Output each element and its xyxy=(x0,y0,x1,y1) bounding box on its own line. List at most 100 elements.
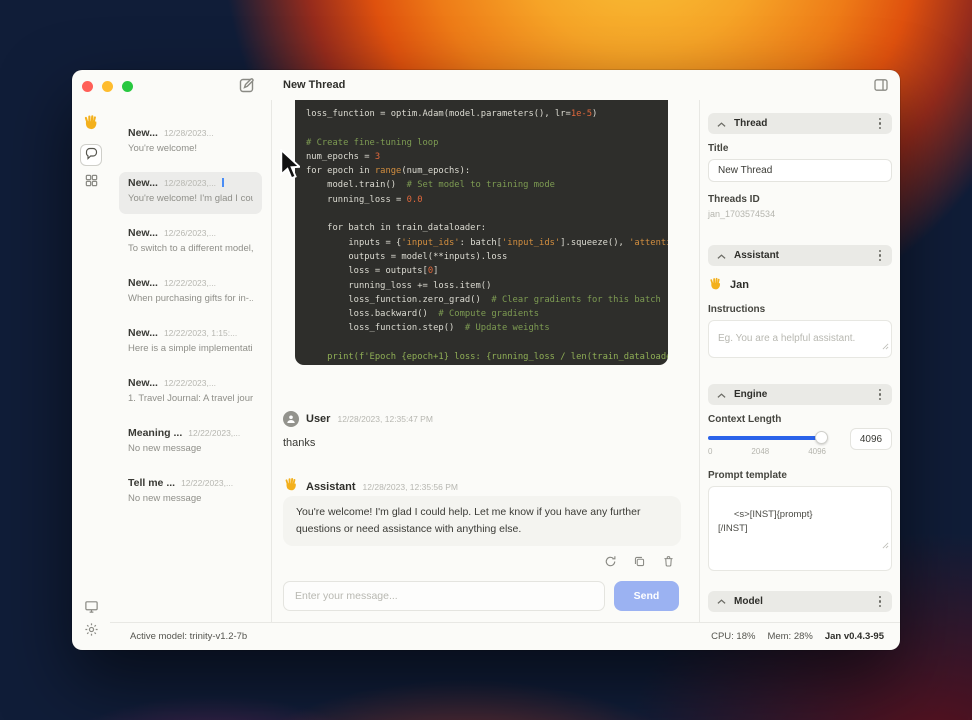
thread-date: 12/26/2023,... xyxy=(163,228,216,238)
user-avatar-icon xyxy=(283,411,299,427)
title-label: Title xyxy=(708,143,729,154)
panel-title: Thread xyxy=(734,118,768,129)
message-input[interactable] xyxy=(283,581,605,611)
panel-title: Engine xyxy=(734,389,768,400)
thread-list-item[interactable]: New... 12/26/2023,... To switch to a diffe… xyxy=(119,222,262,264)
thread-menu-button[interactable] xyxy=(877,116,884,132)
thread-date: 12/22/2023,... xyxy=(188,428,241,438)
context-length-label: Context Length xyxy=(708,414,782,425)
thread-title-input[interactable] xyxy=(708,159,892,182)
message-input-row: Send xyxy=(283,581,679,611)
thread-preview: 1. Travel Journal: A travel journ... xyxy=(128,393,253,404)
thread-title: New... xyxy=(128,127,158,139)
settings-panel: Thread Title Threads ID jan_1703574534 A… xyxy=(700,100,900,622)
message-author: User xyxy=(306,413,331,425)
delete-button[interactable] xyxy=(661,555,675,569)
active-model-text: Active model: trinity-v1.2-7b xyxy=(130,631,248,642)
instructions-label: Instructions xyxy=(708,304,766,315)
thread-title: New... xyxy=(128,377,158,389)
prompt-template-label: Prompt template xyxy=(708,470,787,481)
context-length-value[interactable]: 4096 xyxy=(850,428,892,450)
thread-list-item[interactable]: New... 12/22/2023,... 1. Travel Journal: A… xyxy=(119,372,262,414)
copy-icon xyxy=(633,556,646,571)
thread-title: New... xyxy=(128,227,158,239)
send-button[interactable]: Send xyxy=(614,581,679,611)
hub-nav-button[interactable] xyxy=(80,171,102,193)
engine-menu-button[interactable] xyxy=(877,387,884,403)
code-line: loss_function = optim.Adam(model.paramet… xyxy=(306,109,598,119)
assistant-name: Jan xyxy=(730,279,749,291)
copy-button[interactable] xyxy=(632,555,646,569)
minimize-window-button[interactable] xyxy=(102,81,113,92)
toggle-right-panel-button[interactable] xyxy=(872,77,889,94)
settings-button[interactable] xyxy=(80,620,102,642)
thread-list-item[interactable]: New... 12/22/2023, 1:15:... Here is a simp… xyxy=(119,322,262,364)
wave-hand-icon xyxy=(80,111,102,133)
engine-panel-header[interactable]: Engine xyxy=(708,384,892,405)
thread-date: 12/28/2023,... xyxy=(163,178,216,188)
slider-thumb[interactable] xyxy=(815,431,828,444)
cpu-usage: CPU: 18% xyxy=(711,631,756,642)
thread-panel-header[interactable]: Thread xyxy=(708,113,892,134)
thread-preview: Here is a simple implementati... xyxy=(128,343,253,354)
prompt-template-textarea[interactable]: <s>[INST]{prompt} [/INST] xyxy=(708,486,892,571)
thread-date: 12/22/2023,... xyxy=(181,478,234,488)
code-line: for epoch in range(num_epochs): xyxy=(306,166,471,177)
context-length-control: 0 2048 4096 4096 xyxy=(708,428,892,456)
assistant-message-text: You're welcome! I'm glad I could help. L… xyxy=(283,496,681,546)
user-message-text: thanks xyxy=(283,437,316,449)
compose-icon xyxy=(238,78,256,97)
context-length-slider[interactable] xyxy=(708,431,828,444)
thread-list-item[interactable]: New... 12/28/2023... You're welcome! xyxy=(119,122,262,164)
app-version: Jan v0.4.3-95 xyxy=(824,631,884,642)
regenerate-icon xyxy=(604,556,617,571)
close-window-button[interactable] xyxy=(82,81,93,92)
thread-list-item[interactable]: New... 12/22/2023,... When purchasing gift… xyxy=(119,272,262,314)
code-line: for batch in train_dataloader: xyxy=(306,223,487,234)
assistant-name-row: Jan xyxy=(708,276,892,294)
panel-toggle-icon xyxy=(873,79,889,96)
resize-handle-icon[interactable] xyxy=(882,337,889,355)
assistant-menu-button[interactable] xyxy=(877,248,884,264)
assistant-message-header: Assistant 12/28/2023, 12:35:56 PM xyxy=(283,476,458,497)
thread-preview: No new message xyxy=(128,493,202,504)
slider-ticks: 0 2048 4096 xyxy=(708,447,826,456)
message-timestamp: 12/28/2023, 12:35:47 PM xyxy=(337,414,433,424)
chevron-up-icon xyxy=(717,115,726,133)
left-icon-rail xyxy=(72,100,110,650)
zoom-window-button[interactable] xyxy=(122,81,133,92)
code-line: loss = outputs[0] xyxy=(306,266,439,277)
threads-nav-button[interactable] xyxy=(80,144,102,166)
chevron-up-icon xyxy=(717,592,726,610)
system-monitor-button[interactable] xyxy=(80,597,102,619)
thread-preview: You're welcome! I'm glad I cou... xyxy=(128,193,253,204)
thread-title: New... xyxy=(128,177,158,189)
code-line: model.train() # Set model to training mo… xyxy=(306,180,555,191)
resize-handle-icon[interactable] xyxy=(861,527,889,568)
assistant-panel-header[interactable]: Assistant xyxy=(708,245,892,266)
panel-title: Model xyxy=(734,595,763,607)
window-title: New Thread xyxy=(283,79,346,91)
code-line: # Create fine-tuning loop xyxy=(306,137,439,148)
trash-icon xyxy=(662,556,675,571)
model-menu-button[interactable] xyxy=(877,594,884,610)
instructions-textarea[interactable]: Eg. You are a helpful assistant. xyxy=(708,320,892,358)
thread-list-item[interactable]: New... 12/28/2023,... You're welcome! I'm … xyxy=(119,172,262,214)
new-thread-compose-button[interactable] xyxy=(238,76,256,94)
thread-list-item[interactable]: Tell me ... 12/22/2023,... No new message xyxy=(119,472,262,514)
thread-date: 12/22/2023,... xyxy=(163,378,216,388)
monitor-icon xyxy=(84,599,99,617)
code-line: running_loss += loss.item() xyxy=(306,280,492,291)
chat-area: loss_function = optim.Adam(model.paramet… xyxy=(272,100,700,622)
app-window: New Thread New... 12/28/2023... You're w… xyxy=(72,70,900,650)
message-actions xyxy=(603,555,675,569)
code-line: loss.backward() # Compute gradients xyxy=(306,309,540,320)
panel-title: Assistant xyxy=(734,250,780,261)
regenerate-button[interactable] xyxy=(603,555,617,569)
model-panel-header[interactable]: Model xyxy=(708,590,892,612)
thread-list-item[interactable]: Meaning ... 12/22/2023,... No new message xyxy=(119,422,262,464)
wave-hand-icon xyxy=(708,276,723,294)
thread-preview: You're welcome! xyxy=(128,143,198,154)
